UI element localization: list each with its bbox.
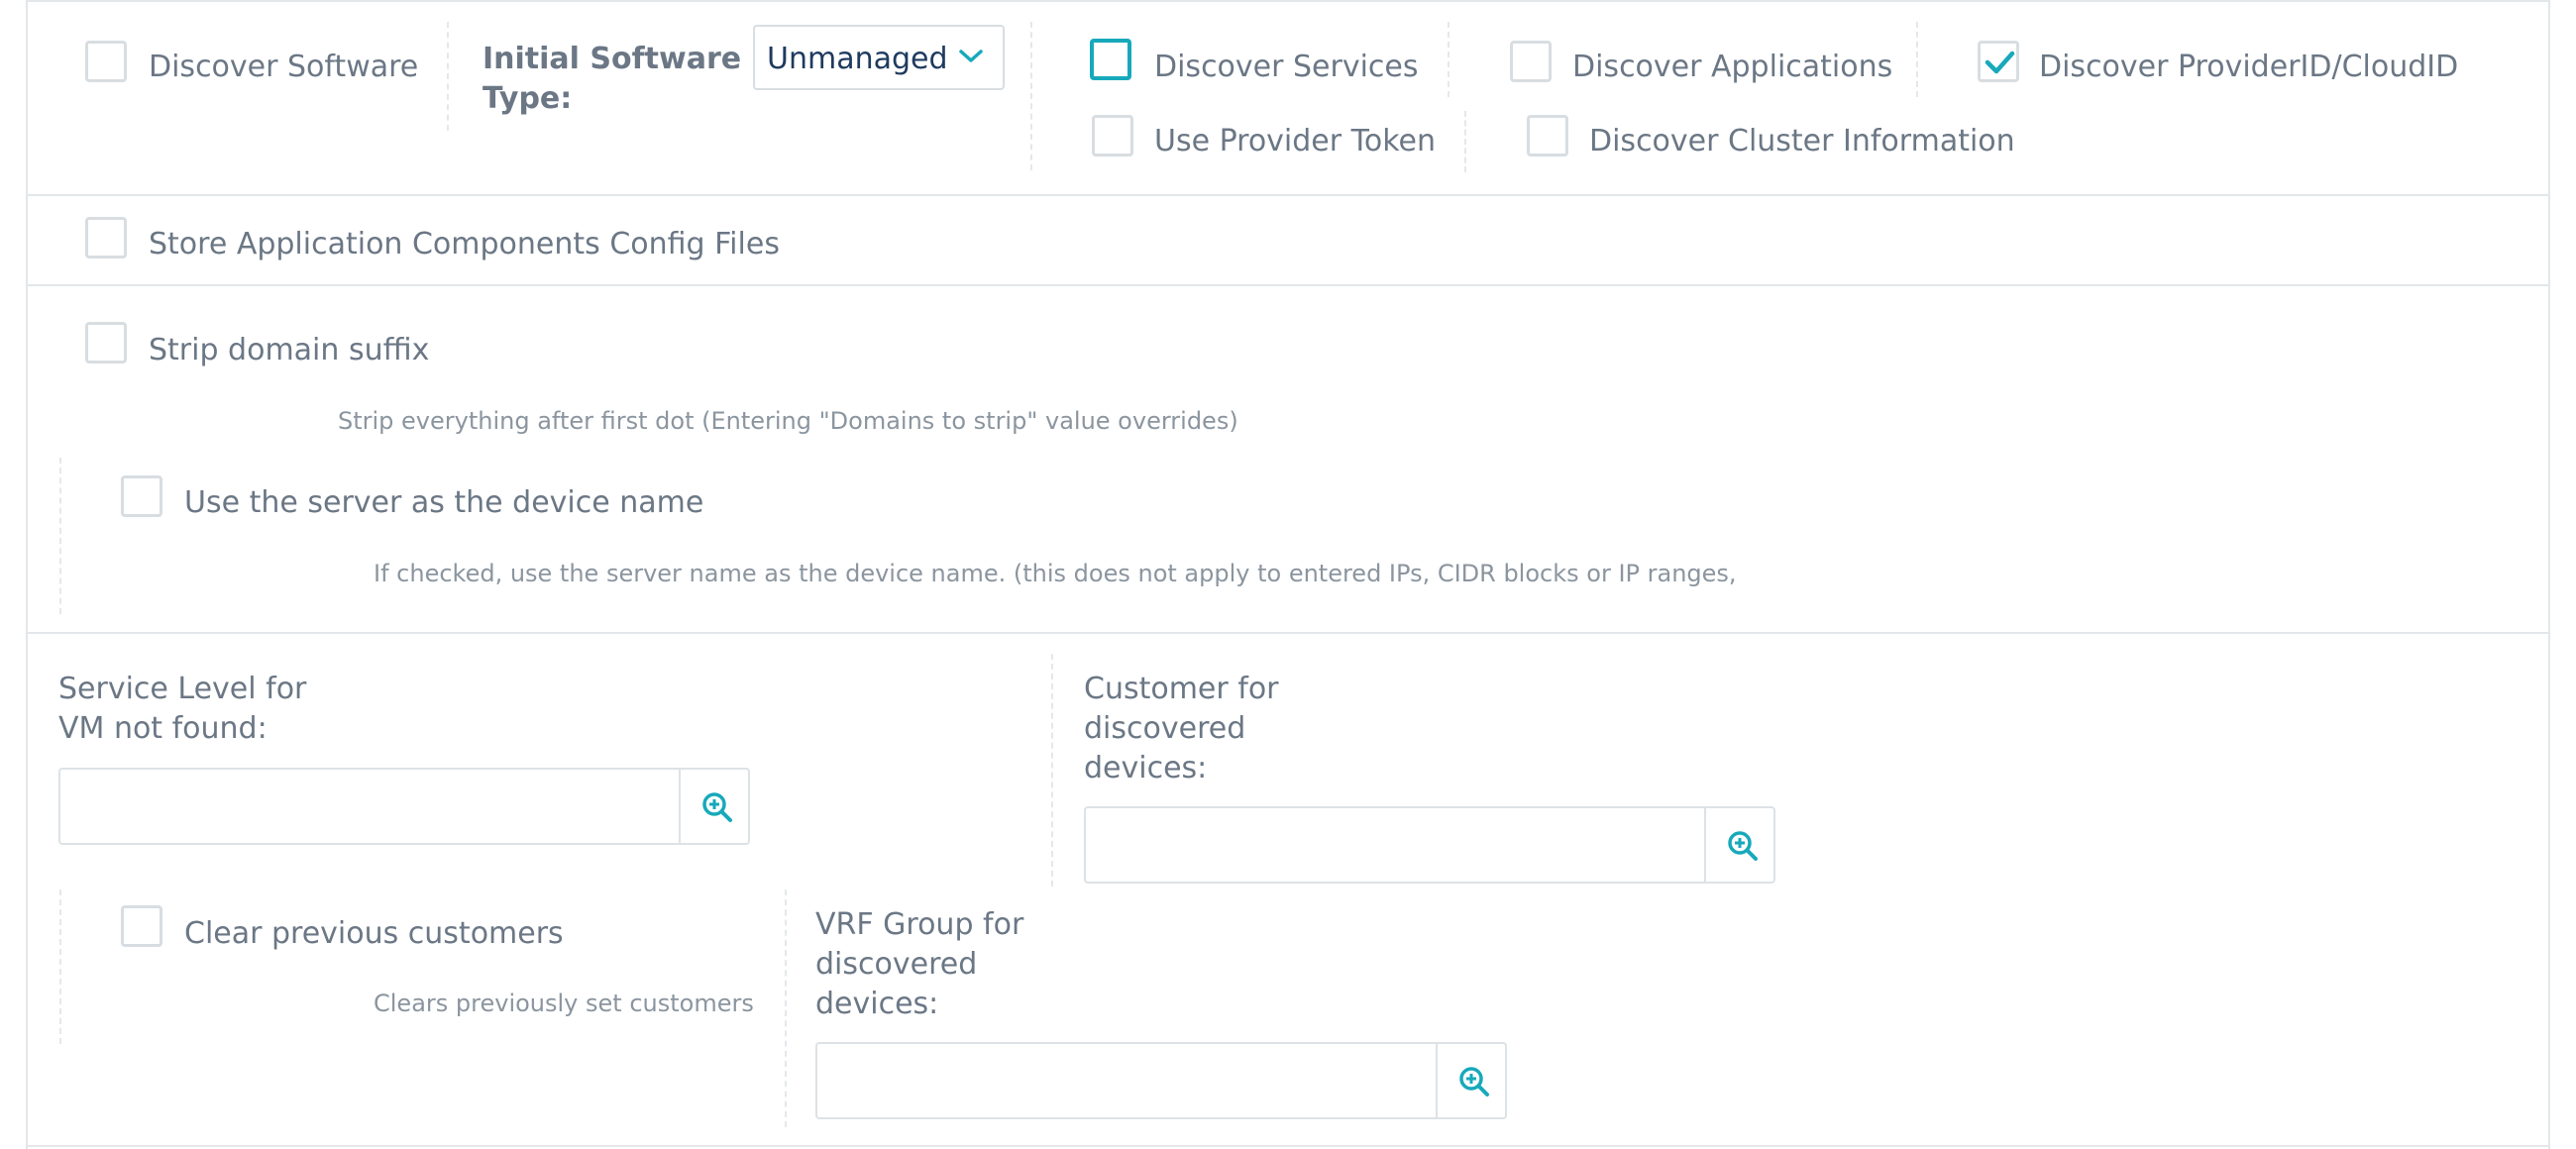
column-separator [1051, 654, 1053, 887]
column-separator [59, 458, 61, 614]
section-divider [26, 632, 2550, 634]
service-level-label-line2: VM not found: [58, 711, 268, 746]
discover-services-label: Discover Services [1154, 50, 1419, 84]
customer-lookup-button[interactable] [1704, 808, 1773, 882]
discover-applications-label: Discover Applications [1572, 50, 1893, 84]
zoom-in-icon [1459, 1067, 1489, 1097]
discover-provider-cloud-id-checkbox[interactable] [1978, 41, 2019, 82]
discover-applications-checkbox[interactable] [1510, 41, 1552, 82]
initial-software-type-label: Initial Software [483, 42, 742, 76]
customer-label-line2: discovered [1084, 711, 1246, 746]
column-separator [1030, 22, 1032, 170]
discover-cluster-information-label: Discover Cluster Information [1589, 124, 2015, 158]
clear-previous-customers-checkbox[interactable] [121, 905, 162, 947]
section-divider [26, 194, 2550, 196]
use-server-as-device-name-label: Use the server as the device name [184, 485, 704, 520]
initial-software-type-label-line2: Type: [483, 81, 573, 116]
use-server-as-device-name-hint: If checked, use the server name as the d… [374, 560, 1737, 587]
discover-software-checkbox[interactable] [85, 41, 127, 82]
vrf-group-label-line2: discovered [815, 947, 978, 982]
strip-domain-suffix-hint: Strip everything after first dot (Enteri… [338, 407, 1238, 435]
use-server-as-device-name-checkbox[interactable] [121, 475, 162, 517]
service-level-lookup [58, 768, 750, 845]
store-config-files-checkbox[interactable] [85, 217, 127, 259]
zoom-in-icon [702, 792, 732, 822]
customer-input[interactable] [1086, 808, 1706, 882]
strip-domain-suffix-checkbox[interactable] [85, 322, 127, 364]
initial-software-type-value: Unmanaged [767, 42, 948, 76]
checkmark-icon [1985, 51, 2015, 74]
discover-provider-cloud-id-label: Discover ProviderID/CloudID [2039, 50, 2459, 84]
discover-software-label: Discover Software [149, 50, 419, 84]
column-separator [1448, 22, 1449, 97]
column-separator [1916, 22, 1918, 97]
chevron-down-icon [958, 49, 984, 68]
clear-previous-customers-hint: Clears previously set customers [374, 990, 754, 1017]
discover-cluster-information-checkbox[interactable] [1527, 115, 1568, 157]
section-divider [26, 1145, 2550, 1147]
discover-services-checkbox[interactable] [1090, 39, 1131, 80]
vrf-group-input[interactable] [817, 1044, 1438, 1117]
vrf-group-label-line3: devices: [815, 987, 939, 1021]
vrf-group-lookup-button[interactable] [1436, 1044, 1505, 1117]
column-separator [1464, 111, 1466, 172]
initial-software-type-select[interactable]: Unmanaged [753, 25, 1005, 90]
vrf-group-label: VRF Group for [815, 907, 1024, 942]
customer-label: Customer for [1084, 672, 1279, 706]
column-separator [59, 889, 61, 1044]
vrf-group-lookup [815, 1042, 1507, 1119]
store-config-files-label: Store Application Components Config File… [149, 227, 780, 261]
clear-previous-customers-label: Clear previous customers [184, 916, 564, 951]
use-provider-token-checkbox[interactable] [1092, 115, 1133, 157]
customer-label-line3: devices: [1084, 751, 1208, 785]
strip-domain-suffix-label: Strip domain suffix [149, 333, 430, 367]
service-level-input[interactable] [60, 770, 681, 843]
use-provider-token-label: Use Provider Token [1154, 124, 1436, 158]
column-separator [447, 22, 449, 131]
column-separator [785, 889, 787, 1127]
customer-lookup [1084, 806, 1775, 884]
service-level-label: Service Level for [58, 672, 307, 706]
zoom-in-icon [1728, 831, 1758, 861]
service-level-lookup-button[interactable] [679, 770, 748, 843]
section-divider [26, 284, 2550, 286]
